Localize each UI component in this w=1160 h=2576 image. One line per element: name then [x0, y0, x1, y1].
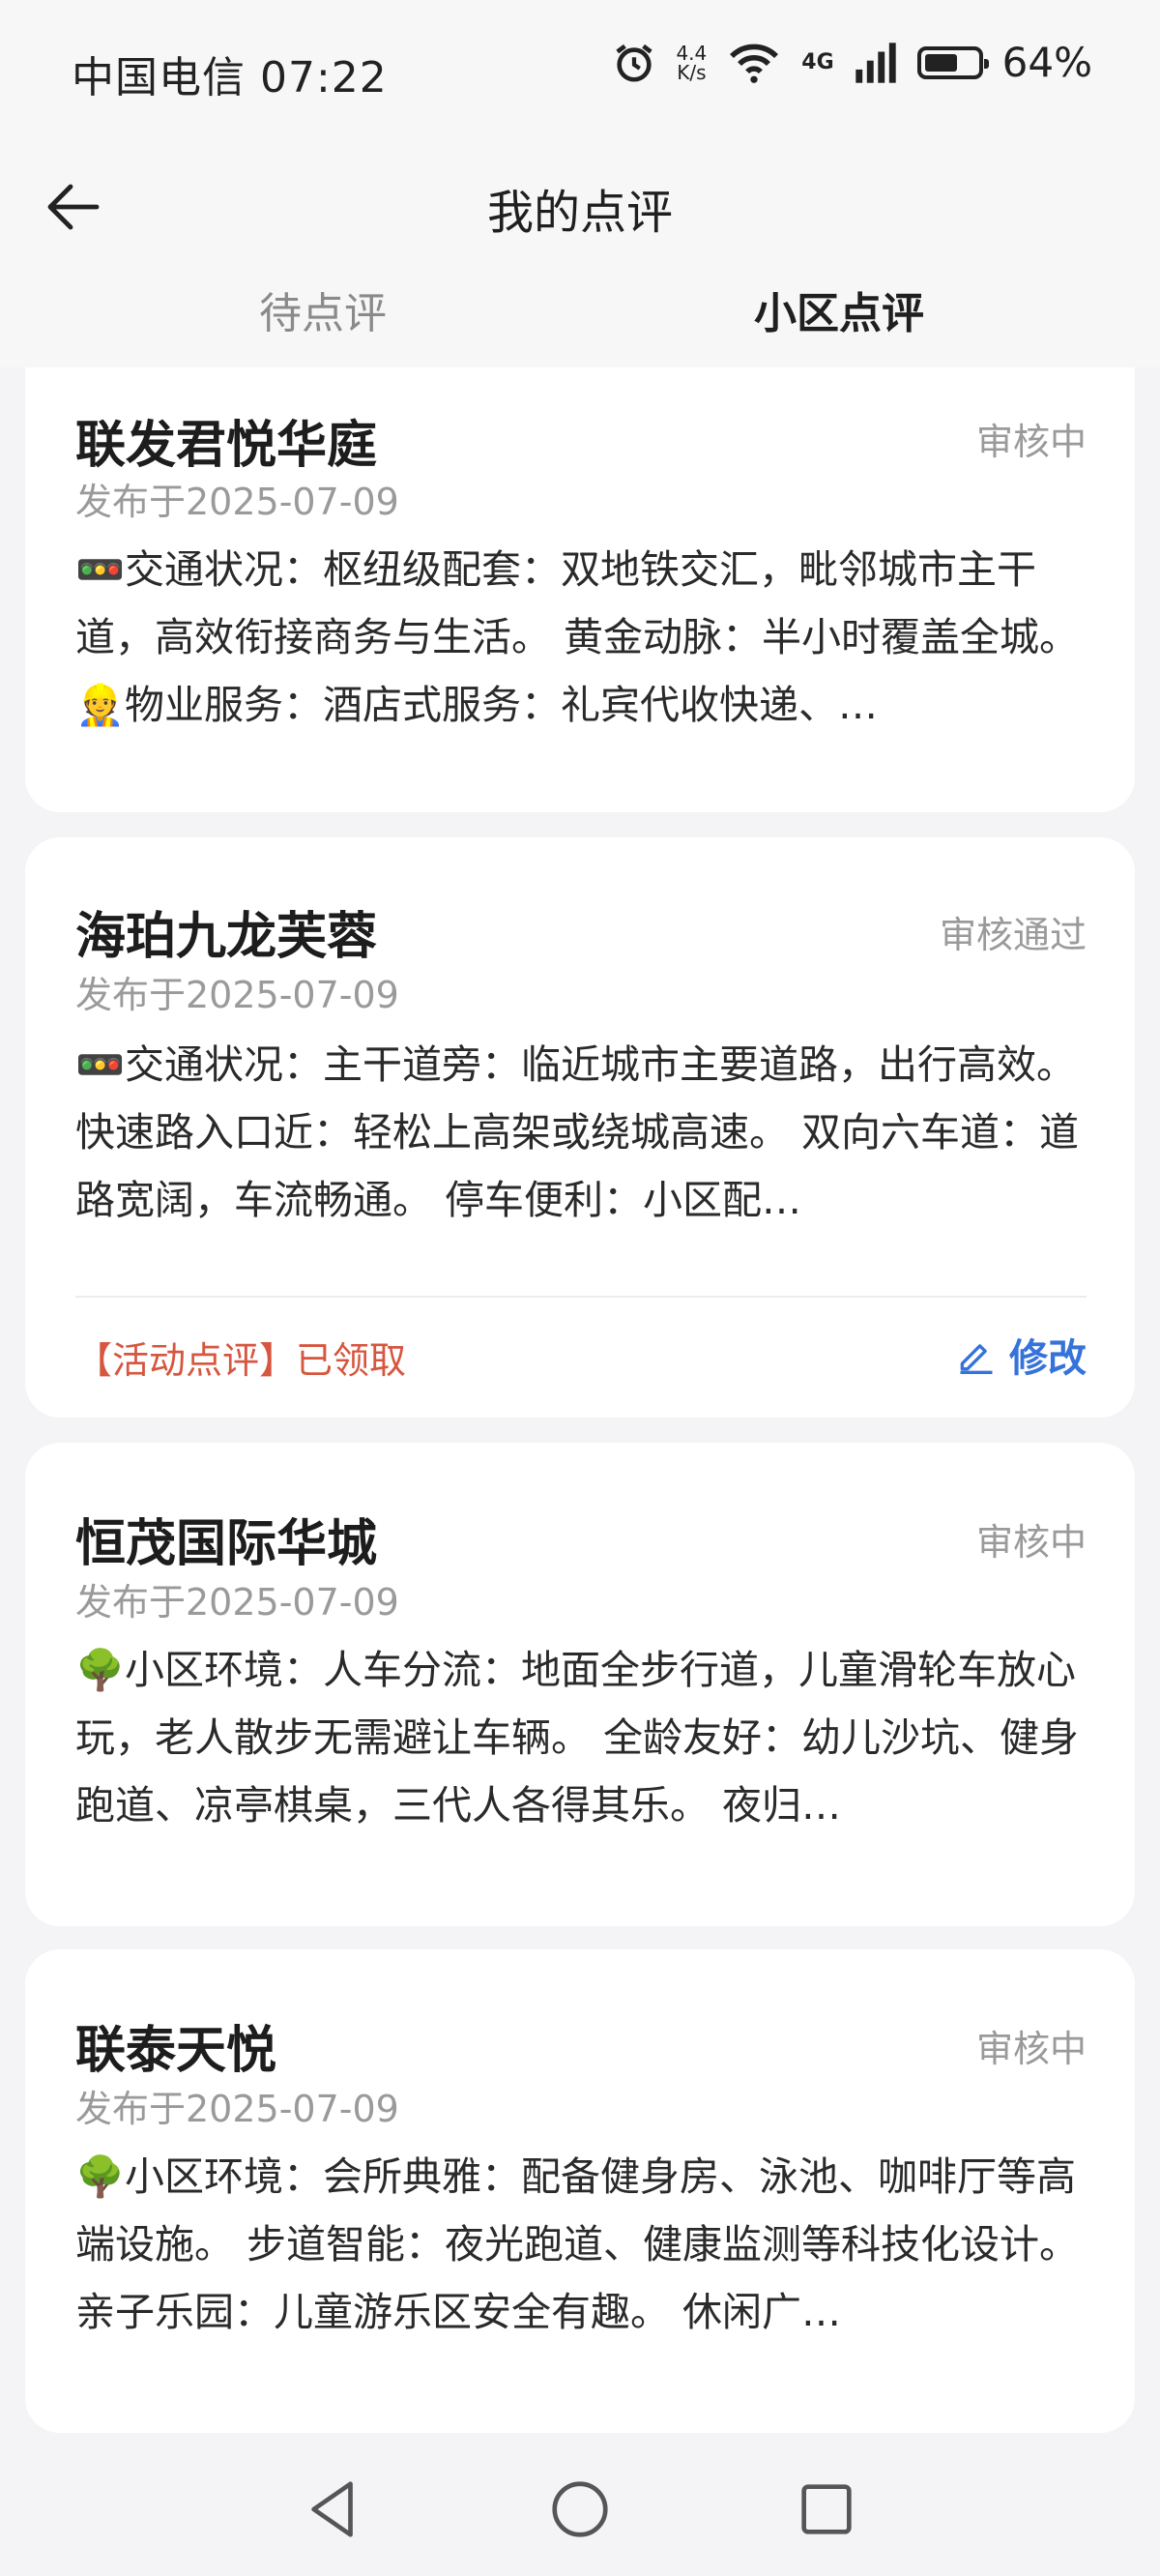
review-content: 🌳小区环境：会所典雅：配备健身房、泳池、咖啡厅等高端设施。 步道智能：夜光跑道、…: [75, 2153, 1080, 2335]
review-card[interactable]: 联发君悦华庭 审核中 发布于2025-07-09 🚥交通状况：枢纽级配套：双地铁…: [25, 367, 1135, 812]
alarm-icon: [616, 44, 653, 82]
review-date: 发布于2025-07-09: [75, 1581, 399, 1624]
review-card[interactable]: 恒茂国际华城 审核中 发布于2025-07-09 🌳小区环境：人车分流：地面全步…: [25, 1443, 1135, 1926]
review-card[interactable]: 联泰天悦 审核中 发布于2025-07-09 🌳小区环境：会所典雅：配备健身房、…: [25, 1949, 1135, 2433]
community-name: 恒茂国际华城: [75, 1515, 378, 1573]
nav-back-triangle-icon[interactable]: [300, 2475, 367, 2543]
review-content: 🚥交通状况：枢纽级配套：双地铁交汇，毗邻城市主干道，高效衔接商务与生活。 黄金动…: [75, 546, 1080, 728]
card-divider: [75, 1296, 1087, 1298]
battery-percent: 64%: [1001, 39, 1092, 86]
tab-bar: 待点评 小区点评: [0, 271, 1160, 367]
signal-icon: [855, 42, 896, 83]
edit-button[interactable]: 修改: [955, 1327, 1087, 1383]
net-speed: 4.4 K/s: [676, 41, 708, 84]
page-title: 我的点评: [486, 186, 673, 240]
nav-bar: 我的点评: [0, 145, 1160, 271]
review-status: 审核通过: [939, 914, 1087, 956]
edit-pencil-icon: [960, 1344, 993, 1374]
nav-recents-square-icon[interactable]: [793, 2475, 860, 2543]
review-list[interactable]: 联发君悦华庭 审核中 发布于2025-07-09 🚥交通状况：枢纽级配套：双地铁…: [0, 367, 1160, 2446]
community-name: 海珀九龙芙蓉: [75, 908, 378, 966]
review-date: 发布于2025-07-09: [75, 481, 399, 523]
nav-home-circle-icon[interactable]: [546, 2475, 614, 2543]
network-type: 4G: [801, 49, 834, 74]
review-status: 审核中: [975, 1521, 1087, 1564]
review-date: 发布于2025-07-09: [75, 2088, 399, 2130]
tab-pending-review[interactable]: 待点评: [178, 278, 468, 340]
review-content: 🌳小区环境：人车分流：地面全步行道，儿童滑轮车放心玩，老人散步无需避让车辆。 全…: [75, 1647, 1080, 1829]
system-nav-bar: [0, 2446, 1160, 2576]
review-content: 🚥交通状况：主干道旁：临近城市主要道路，出行高效。 快速路入口近：轻松上高架或绕…: [75, 1041, 1080, 1223]
battery-icon: [916, 45, 989, 79]
community-name: 联泰天悦: [75, 2022, 277, 2080]
review-card[interactable]: 海珀九龙芙蓉 审核通过 发布于2025-07-09 🚥交通状况：主干道旁：临近城…: [25, 837, 1135, 1418]
tab-community-review[interactable]: 小区点评: [694, 278, 984, 350]
wifi-icon: [730, 44, 779, 83]
status-bar: 中国电信 07:22 4.4 K/s 4G 64%: [0, 0, 1160, 145]
review-date: 发布于2025-07-09: [75, 974, 399, 1016]
review-status: 审核中: [975, 2028, 1087, 2070]
community-name: 联发君悦华庭: [75, 417, 378, 475]
active-tab-indicator: [754, 337, 831, 350]
carrier-time: 中国电信 07:22: [72, 53, 388, 102]
review-status: 审核中: [975, 421, 1087, 463]
activity-review-badge: 【活动点评】已领取: [75, 1339, 407, 1382]
status-icons: 4.4 K/s 4G 64%: [612, 39, 1092, 86]
